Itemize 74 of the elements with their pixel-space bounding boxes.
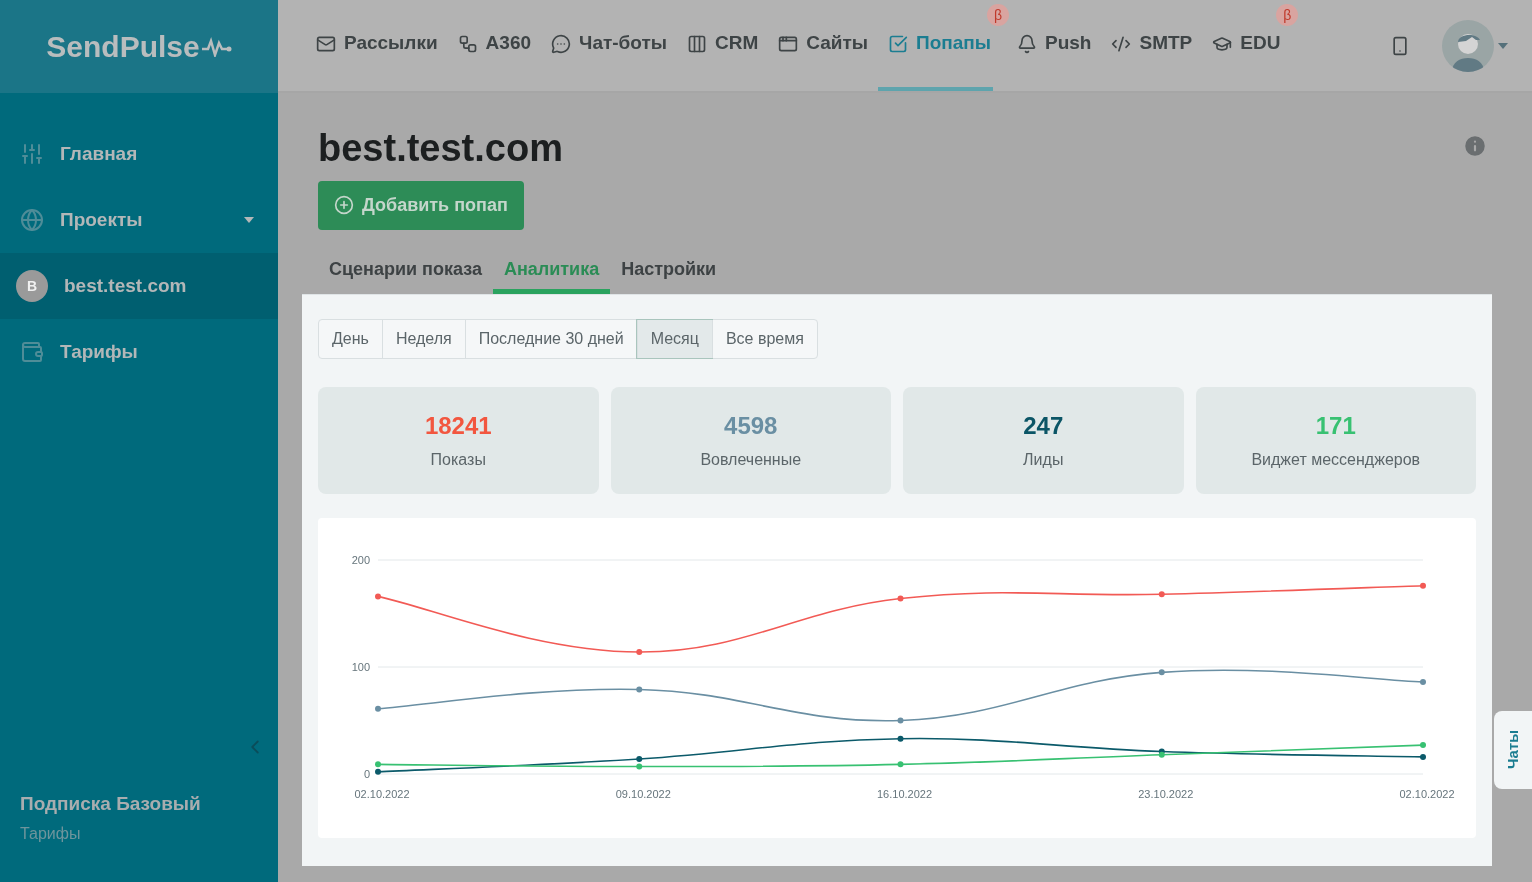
sidebar-item-label: Тарифы — [60, 339, 139, 364]
info-icon[interactable] — [1462, 133, 1488, 159]
data-point — [1158, 668, 1165, 675]
project-avatar: B — [16, 270, 48, 302]
stat-label: Виджет мессенджеров — [1251, 450, 1421, 470]
y-tick-label: 100 — [351, 660, 370, 673]
wallet-icon — [20, 340, 44, 364]
columns-icon — [687, 33, 707, 54]
period-button[interactable]: День — [319, 319, 382, 358]
x-tick-label: 09.10.2022 — [615, 787, 671, 800]
data-point — [1420, 741, 1426, 748]
period-button[interactable]: Месяц — [636, 319, 712, 358]
beta-badge: β — [987, 4, 1009, 26]
data-point — [897, 717, 904, 723]
data-point — [1158, 590, 1165, 597]
nav-tab[interactable]: SMTP — [1101, 0, 1203, 91]
nav-tab[interactable]: Сайты — [768, 0, 878, 91]
logo: SendPulse — [46, 29, 200, 65]
period-button[interactable]: Неделя — [381, 319, 465, 358]
checkbox-icon — [888, 33, 908, 54]
chats-tab[interactable]: Чаты — [1494, 711, 1532, 789]
bell-icon — [1017, 33, 1037, 54]
data-point — [636, 648, 643, 655]
plan-name: Подписка Базовый — [20, 791, 202, 816]
page-tab[interactable]: Сценарии показа — [318, 249, 493, 294]
caret-icon[interactable] — [1498, 42, 1508, 49]
data-point — [636, 685, 643, 692]
sidebar-item-label: Главная — [60, 141, 139, 166]
chat-bubble-icon — [551, 33, 572, 54]
y-tick-label: 0 — [363, 767, 370, 780]
page-tab[interactable]: Настройки — [610, 249, 728, 294]
sidebar-item[interactable]: Тарифы — [0, 319, 278, 385]
data-point — [375, 705, 381, 712]
sidebar-item[interactable]: Проекты — [0, 187, 278, 253]
data-point — [897, 735, 904, 742]
stat-label: Лиды — [1023, 450, 1064, 470]
stat-value: 247 — [1023, 411, 1064, 441]
sidebar-item-label: Проекты — [60, 207, 144, 232]
nav-tab[interactable]: Рассылки — [306, 0, 448, 91]
phone-icon[interactable] — [1390, 35, 1410, 56]
stat-value: 171 — [1315, 411, 1356, 441]
x-tick-label: 23.10.2022 — [1138, 787, 1194, 800]
page-title: best.test.com — [318, 126, 563, 171]
sidebar-item-label: best.test.com — [64, 273, 188, 298]
period-button[interactable]: Все время — [711, 319, 817, 358]
user-avatar[interactable] — [1442, 19, 1494, 72]
nav-tab[interactable]: CRM — [677, 0, 769, 91]
plus-circle-icon — [334, 195, 354, 215]
x-tick-label: 02.10.2022 — [1399, 787, 1455, 800]
data-point — [1420, 678, 1426, 685]
nav-tab[interactable]: Чат-боты — [541, 0, 677, 91]
stat-label: Показы — [430, 450, 486, 470]
data-point — [375, 592, 381, 599]
caret-icon — [244, 217, 254, 223]
x-tick-label: 02.10.2022 — [354, 787, 410, 800]
y-tick-label: 200 — [351, 553, 370, 566]
stat-value: 18241 — [424, 411, 492, 441]
stat-label: Вовлеченные — [700, 450, 802, 470]
globe-icon — [20, 208, 44, 232]
data-point — [897, 595, 904, 601]
data-point — [1420, 582, 1426, 589]
stat-value: 4598 — [724, 411, 778, 441]
add-popup-button[interactable]: Добавить попап — [318, 180, 524, 230]
sliders-icon — [20, 142, 44, 166]
x-tick-label: 16.10.2022 — [876, 787, 933, 800]
nodes-icon — [457, 33, 478, 54]
data-point — [897, 760, 904, 767]
sidebar-item[interactable]: B best.test.com — [0, 253, 278, 319]
beta-badge: β — [1276, 4, 1299, 26]
nav-tab[interactable]: A360 — [447, 0, 542, 91]
sidebar-item[interactable]: Главная — [0, 121, 278, 187]
data-point — [1420, 753, 1426, 760]
pulse-icon — [201, 36, 232, 57]
nav-tab[interactable]: Push — [1007, 0, 1102, 91]
